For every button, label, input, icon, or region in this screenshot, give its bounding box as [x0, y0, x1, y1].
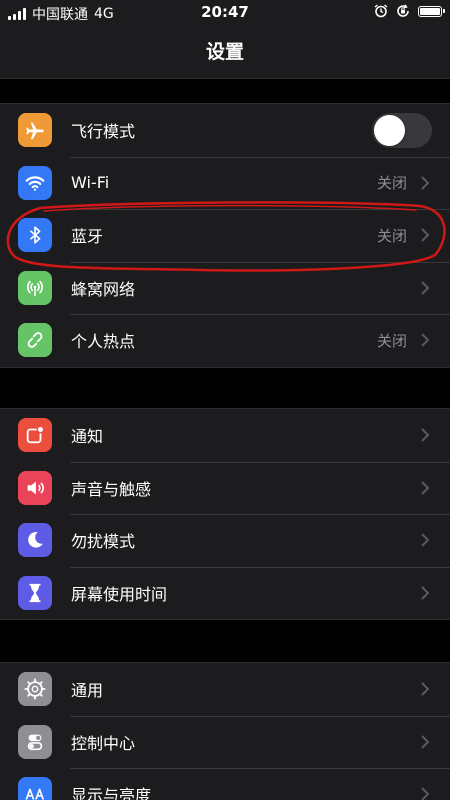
status-right: [374, 4, 445, 18]
row-label: 通用: [71, 681, 104, 701]
settings-group-connectivity: 飞行模式 Wi-Fi 关闭 蓝牙 关闭 蜂窝网络 个人热点 关闭: [0, 103, 450, 368]
settings-row-screen-time[interactable]: 屏幕使用时间: [0, 566, 450, 620]
settings-row-notifications[interactable]: 通知: [0, 409, 450, 462]
chevron-right-icon: [421, 481, 430, 495]
settings-row-general[interactable]: 通用: [0, 663, 450, 716]
settings-group-general: 通用 控制中心 显示与亮度: [0, 662, 450, 800]
chevron-right-icon: [421, 333, 430, 347]
row-label: 屏幕使用时间: [71, 584, 168, 604]
row-label: 声音与触感: [71, 479, 152, 499]
hotspot-status: 关闭: [376, 331, 407, 350]
row-label: 勿扰模式: [71, 532, 136, 552]
settings-screen: 中国联通 4G 20:47 设置 飞行模式 Wi-Fi 关闭 蓝牙 关闭 蜂窝网…: [0, 0, 450, 800]
settings-row-airplane-mode[interactable]: 飞行模式: [0, 104, 450, 157]
gear-icon: [18, 672, 52, 707]
status-bar: 中国联通 4G 20:47: [0, 0, 450, 24]
chevron-right-icon: [421, 586, 430, 600]
row-label: Wi-Fi: [71, 173, 110, 193]
airplane-icon: [18, 113, 52, 148]
settings-row-wifi[interactable]: Wi-Fi 关闭: [0, 156, 450, 210]
row-label: 控制中心: [71, 733, 136, 753]
hourglass-icon: [18, 575, 52, 610]
settings-row-cellular[interactable]: 蜂窝网络: [0, 261, 450, 315]
settings-row-personal-hotspot[interactable]: 个人热点 关闭: [0, 314, 450, 367]
wifi-status: 关闭: [376, 174, 407, 193]
chevron-right-icon: [421, 281, 430, 295]
row-label: 显示与亮度: [71, 786, 152, 800]
row-label: 蓝牙: [71, 227, 104, 247]
battery-icon: [418, 5, 445, 17]
chevron-right-icon: [421, 428, 430, 442]
settings-row-sounds-haptics[interactable]: 声音与触感: [0, 461, 450, 515]
hotspot-icon: [18, 323, 52, 358]
settings-row-control-center[interactable]: 控制中心: [0, 715, 450, 769]
settings-row-do-not-disturb[interactable]: 勿扰模式: [0, 514, 450, 567]
orientation-lock-icon: [397, 4, 409, 17]
chevron-right-icon: [421, 533, 430, 547]
row-label: 个人热点: [71, 332, 136, 352]
switches-icon: [18, 724, 52, 759]
nav-bar: 设置: [0, 24, 450, 79]
page-title: 设置: [205, 41, 244, 63]
settings-row-bluetooth[interactable]: 蓝牙 关闭: [0, 209, 450, 262]
chevron-right-icon: [421, 228, 430, 242]
row-label: 蜂窝网络: [71, 279, 136, 299]
chevron-right-icon: [421, 787, 430, 800]
moon-icon: [18, 523, 52, 558]
sound-icon: [18, 470, 52, 505]
chevron-right-icon: [421, 682, 430, 696]
chevron-right-icon: [421, 735, 430, 749]
row-label: 飞行模式: [71, 122, 136, 142]
cellular-icon: [18, 270, 52, 305]
display-icon: [18, 777, 52, 800]
settings-group-notifications: 通知 声音与触感 勿扰模式 屏幕使用时间: [0, 408, 450, 620]
settings-row-display-brightness[interactable]: 显示与亮度: [0, 768, 450, 800]
chevron-right-icon: [421, 176, 430, 190]
notifications-icon: [18, 418, 52, 453]
alarm-icon: [374, 4, 388, 18]
wifi-icon: [18, 165, 52, 200]
airplane-mode-toggle[interactable]: [372, 112, 432, 148]
row-label: 通知: [71, 427, 104, 447]
bluetooth-icon: [18, 218, 52, 253]
bluetooth-status: 关闭: [376, 226, 407, 245]
